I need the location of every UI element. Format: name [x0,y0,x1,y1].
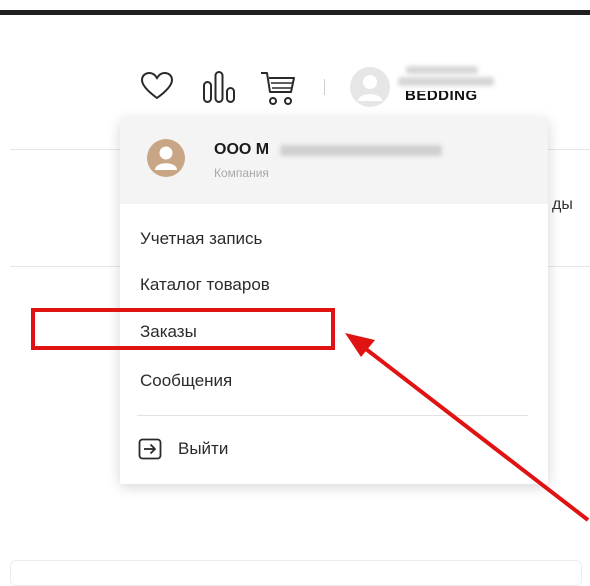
annotation-arrow [345,333,590,522]
